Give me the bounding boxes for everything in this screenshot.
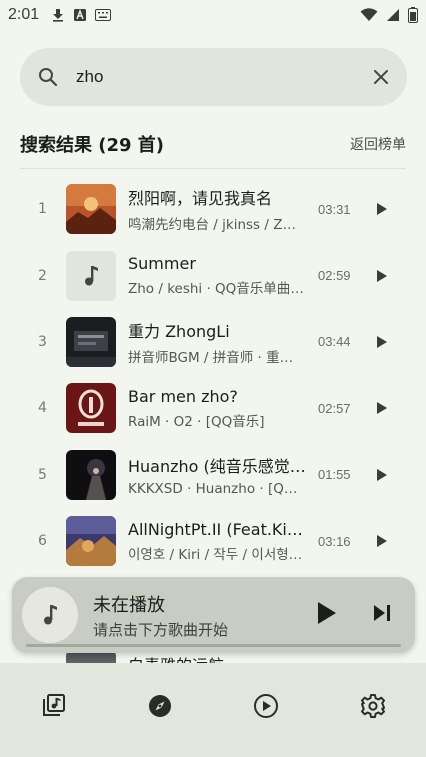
song-subtitle: RaiM · O2 · [QQ音乐] [128,413,265,430]
status-time: 2:01 [8,6,40,23]
song-duration: 03:31 [318,201,351,217]
song-subtitle: 拼音师BGM / 拼音师 · 重… [128,349,294,366]
a-icon [74,9,87,21]
nav-settings[interactable] [320,663,426,757]
play-icon[interactable] [312,599,340,627]
now-playing-icon [254,694,279,718]
song-title: AllNightPt.II (Feat.Kir… [128,519,306,539]
status-bar: 2:01 [0,0,426,30]
play-icon[interactable] [372,465,392,485]
divider [20,168,406,169]
search-icon [39,68,58,87]
nav-discover[interactable] [107,663,214,757]
song-title: Summer [128,254,196,274]
settings-icon [360,694,385,718]
song-subtitle: 鸣潮先约电台 / jkinss / Z… [128,217,296,234]
results-header: 搜索结果 (29 首) 返回榜单 [20,130,406,158]
song-index: 5 [38,466,47,483]
nav-library[interactable] [0,663,107,757]
keyboard-icon [95,9,112,21]
song-duration: 03:16 [318,533,351,549]
play-icon[interactable] [372,199,392,219]
play-icon[interactable] [372,531,392,551]
album-cover-placeholder [66,250,116,301]
mini-player-art [22,587,78,643]
song-row[interactable]: 1 烈阳啊，请见我真名 鸣潮先约电台 / jkinss / Z… 03:31 [0,176,426,242]
library-icon [43,694,66,716]
signal-icon [387,9,399,21]
download-icon [53,9,64,22]
song-row[interactable]: 5 Huanzho (纯音乐感觉… KKKXSD · Huanzho · [QQ… [0,442,426,508]
song-duration: 02:59 [318,268,351,284]
song-title: Bar men zho? [128,386,238,406]
song-subtitle: 이영호 / Kiri / 작두 / 이서형… [128,546,303,563]
album-cover [66,516,116,567]
song-index: 3 [38,333,47,350]
bottom-navigation [0,663,426,757]
nav-now-playing[interactable] [213,663,320,757]
back-to-chart-button[interactable]: 返回榜单 [350,134,406,154]
play-icon[interactable] [372,398,392,418]
skip-next-icon[interactable] [370,601,394,625]
song-row[interactable]: 2 Summer Zho / keshi · QQ音乐单曲 … 02:59 [0,242,426,308]
song-title: Huanzho (纯音乐感觉… [128,456,306,476]
song-index: 6 [38,533,47,550]
album-cover [66,383,116,434]
song-list: 1 烈阳啊，请见我真名 鸣潮先约电台 / jkinss / Z… 03:31 2… [0,176,426,574]
song-index: 4 [38,400,47,417]
song-duration: 01:55 [318,467,351,483]
album-cover [66,449,116,500]
album-cover [66,184,116,235]
play-icon[interactable] [372,332,392,352]
mini-player-title: 未在播放 [93,595,165,616]
play-icon[interactable] [372,266,392,286]
song-duration: 02:57 [318,400,351,416]
mini-player[interactable]: 未在播放 请点击下方歌曲开始 [12,577,415,653]
song-title: 重力 ZhongLi [128,321,230,341]
battery-icon [408,7,418,23]
search-bar[interactable]: zho [20,48,407,106]
results-title: 搜索结果 (29 首) [20,135,165,156]
music-note-icon [85,265,98,286]
song-subtitle: Zho / keshi · QQ音乐单曲 … [128,281,306,298]
music-note-icon [44,605,57,625]
song-duration: 03:44 [318,334,351,350]
mini-player-subtitle: 请点击下方歌曲开始 [93,621,229,639]
song-title: 烈阳啊，请见我真名 [128,189,273,209]
song-index: 2 [38,267,47,284]
song-row[interactable]: 3 重力 ZhongLi 拼音师BGM / 拼音师 · 重… 03:44 [0,309,426,375]
song-subtitle: KKKXSD · Huanzho · [QQ… [128,480,306,497]
song-index: 1 [38,201,47,218]
playback-progress-bar[interactable] [26,644,401,647]
discover-icon [148,695,171,717]
wifi-icon [360,8,378,21]
album-cover [66,316,116,367]
song-row[interactable]: 6 AllNightPt.II (Feat.Kir… 이영호 / Kiri / … [0,508,426,574]
song-row[interactable]: 4 Bar men zho? RaiM · O2 · [QQ音乐] 02:57 [0,375,426,441]
search-input[interactable]: zho [76,67,373,87]
close-icon[interactable] [373,69,389,85]
